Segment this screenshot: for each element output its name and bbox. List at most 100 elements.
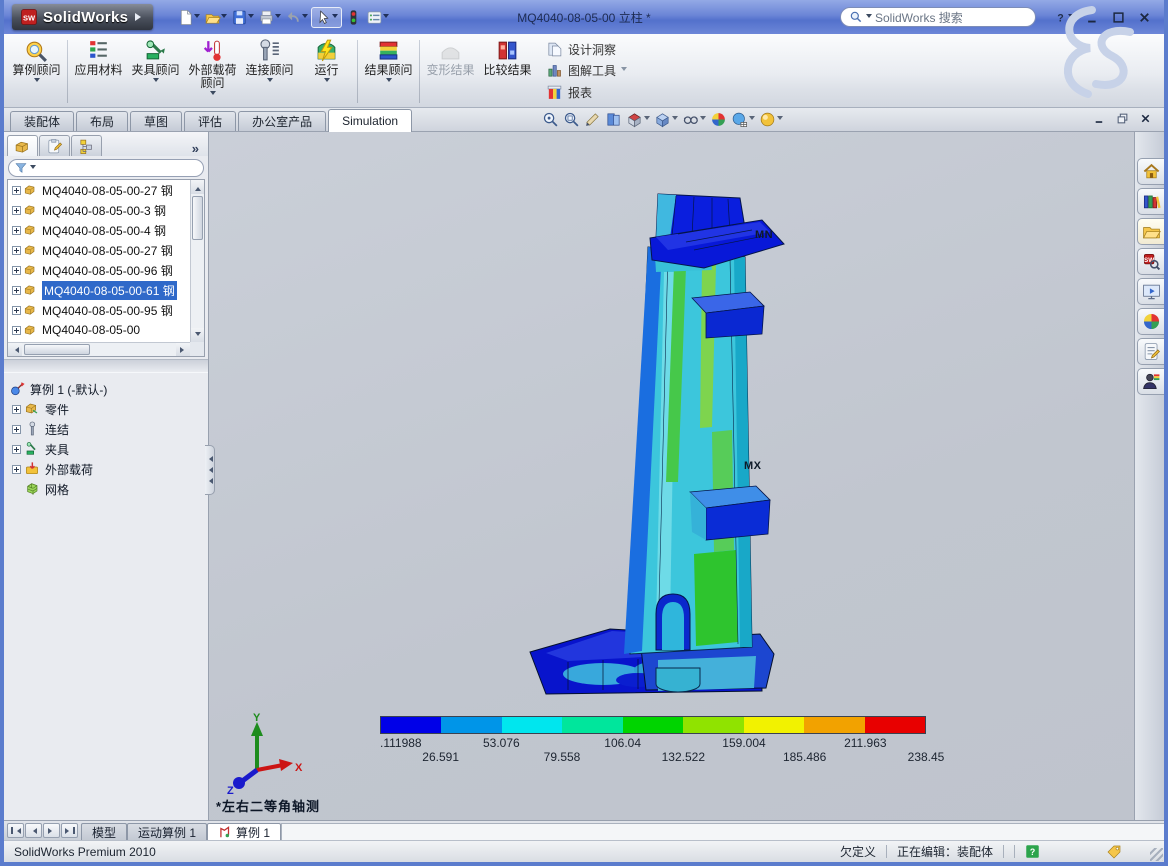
tab-装配体[interactable]: 装配体 bbox=[10, 111, 74, 131]
expand-plus-icon[interactable] bbox=[12, 306, 21, 315]
quick-tip-help-icon[interactable]: ? bbox=[1025, 844, 1040, 859]
undo-button[interactable] bbox=[284, 7, 309, 28]
print-button[interactable] bbox=[257, 7, 282, 28]
scrollbar-thumb[interactable] bbox=[192, 196, 203, 240]
study-item-connections[interactable]: 连结 bbox=[6, 419, 206, 439]
tab-Simulation[interactable]: Simulation bbox=[328, 109, 412, 132]
doc-minimize-button[interactable] bbox=[1093, 112, 1106, 128]
section-view-button[interactable] bbox=[626, 111, 650, 128]
study-item-fixtures[interactable]: 夹具 bbox=[6, 439, 206, 459]
close-button[interactable] bbox=[1133, 9, 1156, 26]
zoom-area-button[interactable] bbox=[563, 111, 580, 128]
taskpane-forum-button[interactable] bbox=[1137, 368, 1164, 395]
tab-评估[interactable]: 评估 bbox=[184, 111, 236, 131]
tree-item[interactable]: MQ4040-08-05-00-3 钢 bbox=[8, 200, 194, 220]
options-button[interactable] bbox=[365, 7, 390, 28]
expand-plus-icon[interactable] bbox=[12, 226, 21, 235]
expand-plus-icon[interactable] bbox=[12, 246, 21, 255]
app-logo[interactable]: SW SolidWorks bbox=[12, 4, 153, 30]
tab-nav-next-button[interactable] bbox=[43, 823, 60, 838]
expand-plus-icon[interactable] bbox=[12, 425, 21, 434]
ribbon-button-compare-results[interactable]: 比较结果 bbox=[479, 36, 536, 107]
maximize-button[interactable] bbox=[1107, 9, 1130, 26]
view-orientation-button[interactable] bbox=[654, 111, 678, 128]
minimize-button[interactable] bbox=[1081, 9, 1104, 26]
expand-plus-icon[interactable] bbox=[12, 405, 21, 414]
hide-show-items-button[interactable] bbox=[605, 111, 622, 128]
tab-布局[interactable]: 布局 bbox=[76, 111, 128, 131]
ribbon-button-deformed-result[interactable]: 变形结果 bbox=[422, 36, 479, 107]
tree-item[interactable]: MQ4040-08-05-00-96 钢 bbox=[8, 260, 194, 280]
taskpane-custom-properties-button[interactable] bbox=[1137, 338, 1164, 365]
apply-scene-button[interactable] bbox=[731, 111, 755, 128]
tree-vertical-scrollbar[interactable] bbox=[190, 180, 204, 342]
ribbon-button-apply-material[interactable]: 应用材料 bbox=[70, 36, 127, 107]
search-input[interactable]: SolidWorks 搜索 bbox=[840, 7, 1036, 27]
open-button[interactable] bbox=[203, 7, 228, 28]
tab-nav-first-button[interactable] bbox=[7, 823, 24, 838]
help-button[interactable]: ? bbox=[1049, 9, 1078, 26]
tree-item[interactable]: MQ4040-08-05-00-27 钢 bbox=[8, 240, 194, 260]
tree-horizontal-scrollbar[interactable] bbox=[8, 342, 190, 356]
expand-plus-icon[interactable] bbox=[12, 286, 21, 295]
study-item-parts-folder[interactable]: 零件 bbox=[6, 399, 206, 419]
performance-button[interactable] bbox=[344, 7, 363, 28]
resize-grip[interactable] bbox=[1150, 848, 1163, 861]
edit-appearance-button[interactable] bbox=[710, 111, 727, 128]
ribbon-button-design-insight[interactable]: 设计洞察 bbox=[546, 40, 627, 58]
search-dropdown-icon[interactable] bbox=[866, 14, 872, 21]
tab-nav-last-button[interactable] bbox=[61, 823, 78, 838]
tree-filter-input[interactable] bbox=[8, 159, 204, 177]
menu-expand-arrow-icon[interactable] bbox=[135, 13, 145, 21]
study-item-external-loads[interactable]: 外部载荷 bbox=[6, 459, 206, 479]
doc-restore-button[interactable] bbox=[1116, 112, 1129, 128]
ribbon-button-study-advisor[interactable]: 算例顾问 bbox=[8, 36, 65, 107]
tab-nav-prev-button[interactable] bbox=[25, 823, 42, 838]
panel-tab-property-manager[interactable] bbox=[39, 135, 70, 156]
taskpane-file-explorer-button[interactable] bbox=[1137, 218, 1164, 245]
panel-tab-feature-manager[interactable] bbox=[7, 135, 38, 156]
ribbon-button-report[interactable]: 报表 bbox=[546, 83, 627, 101]
taskpane-sw-search-button[interactable]: SW bbox=[1137, 248, 1164, 275]
expand-plus-icon[interactable] bbox=[12, 445, 21, 454]
ribbon-button-results-advisor[interactable]: 结果顾问 bbox=[360, 36, 417, 107]
tree-item[interactable]: MQ4040-08-05-00-27 钢 bbox=[8, 180, 194, 200]
taskpane-design-library-button[interactable] bbox=[1137, 188, 1164, 215]
expand-plus-icon[interactable] bbox=[12, 465, 21, 474]
panel-splitter-handle[interactable] bbox=[205, 445, 215, 495]
ribbon-button-fixtures-advisor[interactable]: 夹具顾问 bbox=[127, 36, 184, 107]
taskpane-home-button[interactable] bbox=[1137, 158, 1164, 185]
previous-view-button[interactable] bbox=[584, 111, 601, 128]
zoom-fit-button[interactable] bbox=[542, 111, 559, 128]
ribbon-button-connections-advisor[interactable]: 连接顾问 bbox=[241, 36, 298, 107]
new-doc-button[interactable] bbox=[176, 7, 201, 28]
doc-tab-模型[interactable]: 模型 bbox=[81, 823, 127, 840]
save-button[interactable] bbox=[230, 7, 255, 28]
tree-item[interactable]: MQ4040-08-05-00 bbox=[8, 320, 194, 340]
expand-plus-icon[interactable] bbox=[12, 266, 21, 275]
tree-item[interactable]: MQ4040-08-05-00-4 钢 bbox=[8, 220, 194, 240]
taskpane-view-palette-button[interactable] bbox=[1137, 278, 1164, 305]
panel-tab-configuration-manager[interactable] bbox=[71, 135, 102, 156]
graphics-viewport[interactable]: MN MX .11198853.076106.04159.004211.9632… bbox=[209, 132, 1134, 820]
doc-tab-算例 1[interactable]: 算例 1 bbox=[207, 823, 281, 840]
taskpane-appearances-button[interactable] bbox=[1137, 308, 1164, 335]
view-settings-button[interactable] bbox=[759, 111, 783, 128]
tree-item[interactable]: MQ4040-08-05-00-61 钢 bbox=[8, 280, 194, 300]
expand-plus-icon[interactable] bbox=[12, 186, 21, 195]
ribbon-button-external-loads-advisor[interactable]: 外部载荷顾问 bbox=[184, 36, 241, 107]
tab-办公室产品[interactable]: 办公室产品 bbox=[238, 111, 326, 131]
display-style-button[interactable] bbox=[682, 111, 706, 128]
study-root[interactable]: 算例 1 (-默认-) bbox=[6, 379, 206, 399]
filter-dropdown-icon[interactable] bbox=[30, 165, 36, 172]
expand-plus-icon[interactable] bbox=[12, 206, 21, 215]
doc-tab-运动算例 1[interactable]: 运动算例 1 bbox=[127, 823, 207, 840]
select-button[interactable] bbox=[311, 7, 342, 28]
tree-item[interactable]: MQ4040-08-05-00-95 钢 bbox=[8, 300, 194, 320]
scrollbar-thumb[interactable] bbox=[24, 344, 90, 355]
tags-icon[interactable] bbox=[1106, 844, 1122, 860]
panel-expand-chevron[interactable]: » bbox=[192, 141, 205, 156]
fea-model[interactable] bbox=[508, 182, 808, 722]
tab-草图[interactable]: 草图 bbox=[130, 111, 182, 131]
ribbon-button-plot-tools[interactable]: 图解工具 bbox=[546, 62, 627, 80]
